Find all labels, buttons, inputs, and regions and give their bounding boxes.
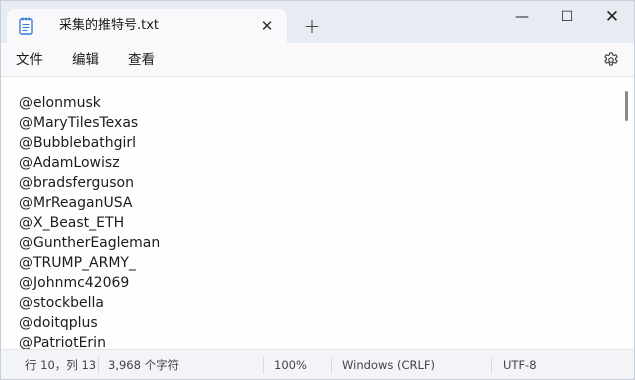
menu-view[interactable]: 查看 [128, 51, 155, 69]
gear-icon[interactable] [602, 51, 620, 69]
title-bar[interactable]: 采集的推特号.txt ✕ + — ☐ ✕ [1, 1, 634, 43]
text-lines[interactable]: @elonmusk @MaryTilesTexas @Bubblebathgirl @… [19, 93, 160, 349]
tab-title: 采集的推特号.txt [59, 18, 160, 33]
new-tab-button[interactable]: + [301, 15, 323, 37]
text-line[interactable]: @MrReaganUSA [19, 193, 160, 213]
zoom-level[interactable]: 100% [274, 358, 307, 373]
text-line[interactable]: @bradsferguson [19, 173, 160, 193]
minimize-button[interactable]: — [504, 5, 540, 29]
notepad-icon [19, 17, 33, 35]
cursor-position[interactable]: 行 10，列 13 [25, 358, 96, 373]
status-divider [98, 357, 99, 374]
menu-bar: 文件 编辑 查看 [1, 43, 634, 77]
text-line[interactable]: @elonmusk [19, 93, 160, 113]
text-line[interactable]: @MaryTilesTexas [19, 113, 160, 133]
notepad-window: 采集的推特号.txt ✕ + — ☐ ✕ 文件 编辑 查看 @elonmusk @… [0, 0, 635, 380]
character-count: 3,968 个字符 [108, 358, 180, 372]
line-endings[interactable]: Windows (CRLF) [342, 358, 435, 373]
status-divider [491, 357, 492, 374]
maximize-button[interactable]: ☐ [549, 5, 585, 29]
tab-file[interactable]: 采集的推特号.txt ✕ [7, 9, 287, 43]
text-line[interactable]: @doitqplus [19, 313, 160, 333]
text-line[interactable]: @stockbella [19, 293, 160, 313]
vertical-scrollbar[interactable] [625, 91, 628, 121]
text-line[interactable]: @PatriotErin [19, 333, 160, 349]
text-line[interactable]: @X_Beast_ETH [19, 213, 160, 233]
text-line[interactable]: @TRUMP_ARMY_ [19, 253, 160, 273]
text-line[interactable]: @GuntherEagleman [19, 233, 160, 253]
text-line[interactable]: @AdamLowisz [19, 153, 160, 173]
close-window-button[interactable]: ✕ [594, 5, 630, 29]
text-line[interactable]: @Johnmc42069 [19, 273, 160, 293]
encoding[interactable]: UTF-8 [503, 358, 537, 373]
status-bar: 行 10，列 13 3,968 个字符 100% Windows (CRLF) … [1, 349, 634, 379]
status-divider [331, 357, 332, 374]
menu-file[interactable]: 文件 [16, 51, 43, 69]
close-tab-icon[interactable]: ✕ [257, 16, 277, 36]
menu-edit[interactable]: 编辑 [72, 51, 99, 69]
status-divider [263, 357, 264, 374]
text-editor[interactable]: @elonmusk @MaryTilesTexas @Bubblebathgirl @… [1, 77, 634, 349]
text-line[interactable]: @Bubblebathgirl [19, 133, 160, 153]
